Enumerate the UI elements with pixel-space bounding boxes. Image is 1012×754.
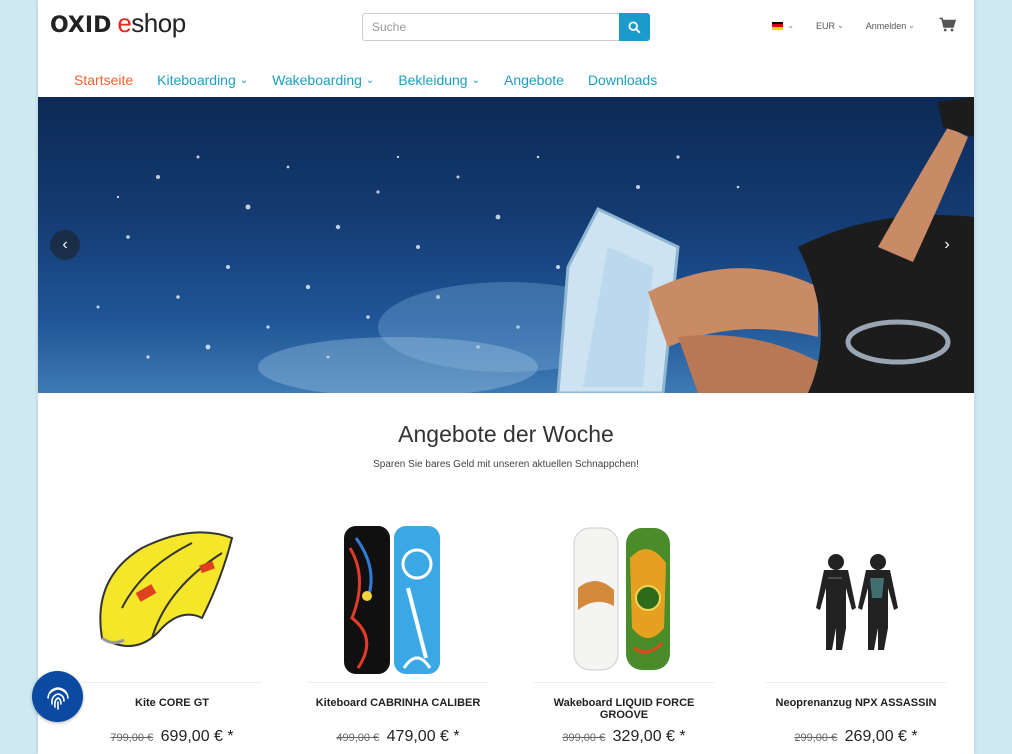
nav-label: Startseite <box>74 72 134 88</box>
fingerprint-widget-button[interactable] <box>32 671 83 722</box>
section-subtitle: Sparen Sie bares Geld mit unseren aktuel… <box>373 459 639 470</box>
product-old-price: 799,00 € <box>110 732 154 744</box>
slider-prev-button[interactable]: ‹ <box>50 230 80 260</box>
chevron-down-icon: ⌄ <box>471 74 480 86</box>
chevron-right-icon: › <box>944 236 950 253</box>
product-price-row: 799,00 € 699,00 € * <box>82 728 262 746</box>
product-divider <box>82 682 262 683</box>
product-image-kite <box>99 531 234 647</box>
product-name: Wakeboard LIQUID FORCE GROOVE <box>553 697 695 721</box>
login-label: Anmelden <box>865 20 907 31</box>
currency-selector[interactable]: EUR ⌄ <box>816 21 844 31</box>
shop-page: OXID eshop ⌄ EUR ⌄ Anmelden ⌄ <box>38 0 974 754</box>
cart-button[interactable] <box>939 17 957 34</box>
nav-label: Downloads <box>587 72 658 88</box>
hero-slider[interactable]: ‹ › <box>38 97 974 393</box>
login-menu[interactable]: Anmelden ⌄ <box>866 21 915 31</box>
product-price-row: 499,00 € 479,00 € * <box>308 728 488 746</box>
main-navigation: Startseite Kiteboarding ⌄ Wakeboarding ⌄… <box>74 72 681 88</box>
logo-shop: shop <box>131 8 186 38</box>
nav-item-bekleidung[interactable]: Bekleidung ⌄ <box>398 72 480 88</box>
product-price: 269,00 € * <box>844 728 918 745</box>
chevron-down-icon: ⌄ <box>787 21 795 30</box>
product-image-wakeboard <box>573 527 670 671</box>
product-price: 699,00 € * <box>160 728 234 745</box>
product-card[interactable]: Neoprenanzug NPX ASSASSIN 299,00 € 269,0… <box>766 518 946 754</box>
hero-image <box>96 97 974 393</box>
slider-next-button[interactable]: › <box>932 230 962 260</box>
product-image-kiteboard <box>344 526 440 674</box>
product-old-price: 299,00 € <box>794 732 838 744</box>
product-divider <box>766 682 946 683</box>
logo-e: e <box>117 8 132 38</box>
product-price: 479,00 € * <box>386 728 460 745</box>
search-icon <box>628 20 641 34</box>
chevron-down-icon: ⌄ <box>239 74 249 86</box>
chevron-down-icon: ⌄ <box>908 21 915 30</box>
chevron-down-icon: ⌄ <box>365 74 375 86</box>
nav-item-startseite[interactable]: Startseite <box>74 72 133 88</box>
product-name: Kiteboard CABRINHA CALIBER <box>315 697 481 709</box>
product-old-price: 399,00 € <box>562 732 606 744</box>
currency-label: EUR <box>816 20 836 31</box>
nav-item-angebote[interactable]: Angebote <box>504 72 564 88</box>
product-old-price: 499,00 € <box>336 732 380 744</box>
product-list: Kite CORE GT 799,00 € 699,00 € * Kiteboa… <box>38 518 974 754</box>
product-price-row: 399,00 € 329,00 € * <box>534 728 714 746</box>
de-flag-icon <box>772 21 784 30</box>
nav-label: Bekleidung <box>398 72 468 88</box>
chevron-left-icon: ‹ <box>62 236 68 253</box>
product-image-wetsuit <box>816 554 898 650</box>
search-bar <box>362 13 650 41</box>
product-card[interactable]: Wakeboard LIQUID FORCE GROOVE 399,00 € 3… <box>534 518 714 754</box>
logo-text-oxid: OXID <box>50 13 112 38</box>
fingerprint-icon <box>46 686 69 710</box>
nav-label: Angebote <box>503 72 564 88</box>
nav-label: Wakeboarding <box>272 72 362 88</box>
nav-item-wakeboarding[interactable]: Wakeboarding ⌄ <box>272 72 374 88</box>
logo-text-eshop: eshop <box>117 8 186 39</box>
product-divider <box>308 682 488 683</box>
cart-icon <box>939 17 957 32</box>
nav-label: Kiteboarding <box>157 72 236 88</box>
product-name: Neoprenanzug NPX ASSASSIN <box>775 697 937 709</box>
product-card[interactable]: Kite CORE GT 799,00 € 699,00 € * <box>82 518 262 754</box>
product-card[interactable]: Kiteboard CABRINHA CALIBER 499,00 € 479,… <box>308 518 488 754</box>
section-title: Angebote der Woche <box>398 421 614 447</box>
header-tools: ⌄ EUR ⌄ Anmelden ⌄ <box>750 17 957 34</box>
search-button[interactable] <box>619 13 650 41</box>
shop-logo[interactable]: OXID eshop <box>50 8 186 39</box>
product-price-row: 299,00 € 269,00 € * <box>766 728 946 746</box>
search-input[interactable] <box>362 13 619 41</box>
product-name: Kite CORE GT <box>135 697 209 709</box>
nav-item-kiteboarding[interactable]: Kiteboarding ⌄ <box>157 72 248 88</box>
product-divider <box>534 682 714 683</box>
language-selector[interactable]: ⌄ <box>772 21 794 30</box>
product-price: 329,00 € * <box>612 728 686 745</box>
chevron-down-icon: ⌄ <box>837 21 844 30</box>
nav-item-downloads[interactable]: Downloads <box>588 72 657 88</box>
